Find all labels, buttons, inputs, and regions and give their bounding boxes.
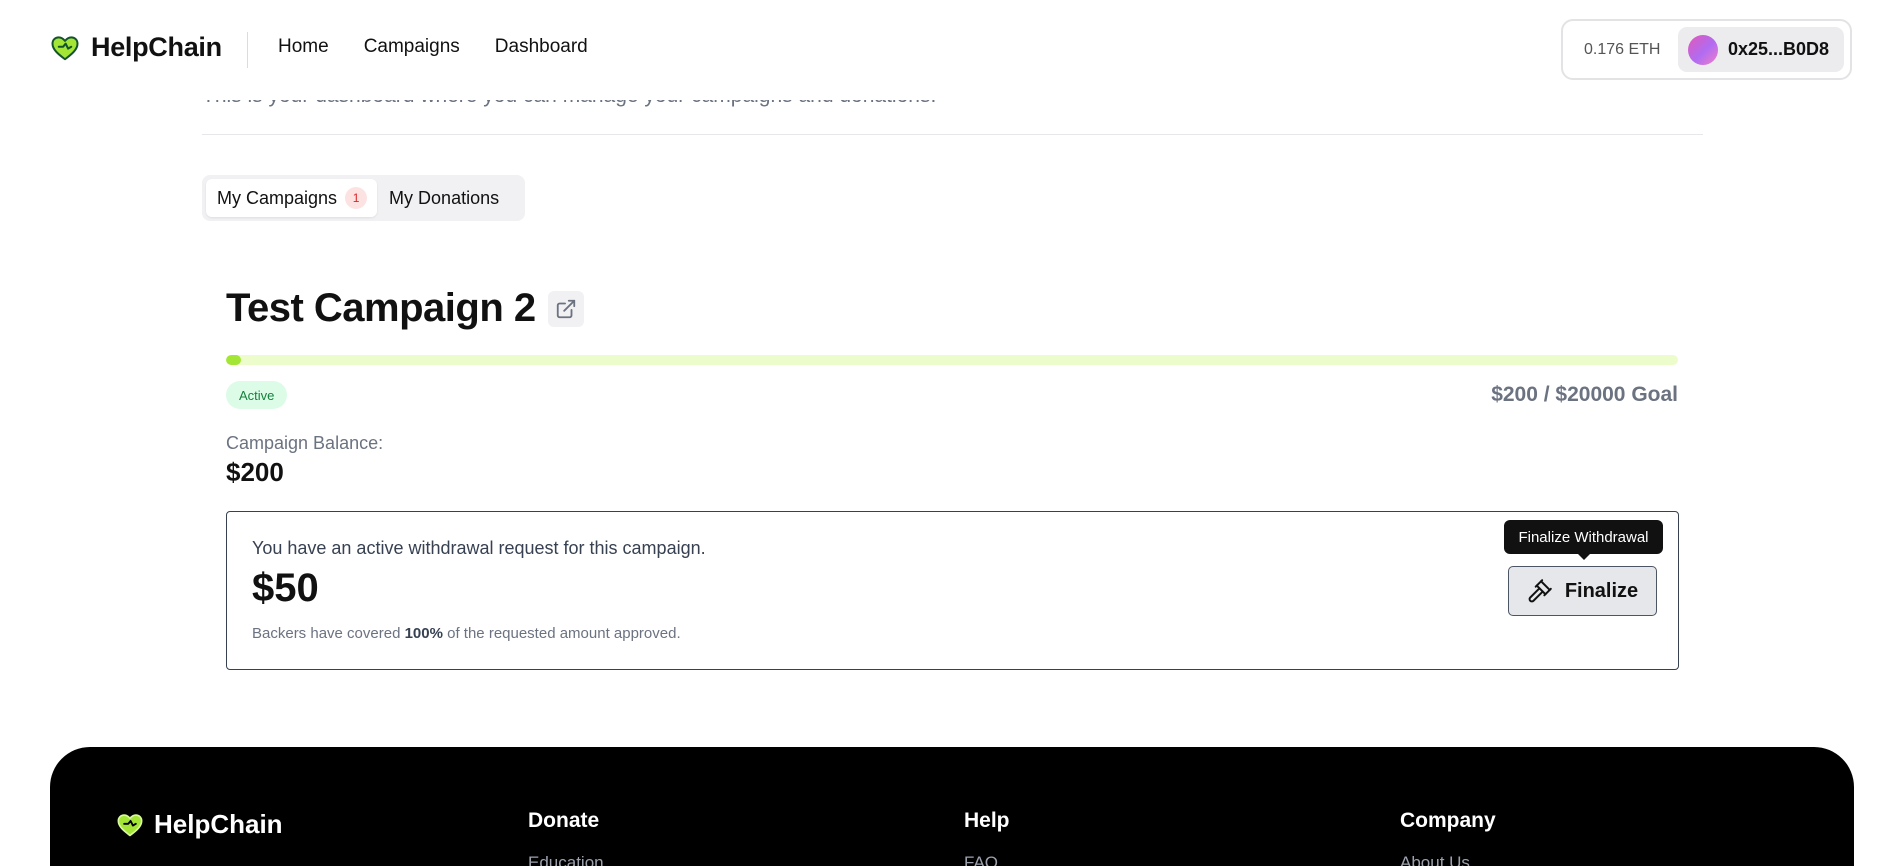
brand-logo-link[interactable]: HelpChain: [50, 32, 222, 63]
approval-note: Backers have covered 100% of the request…: [252, 625, 681, 642]
campaign-balance-label: Campaign Balance:: [226, 433, 384, 453]
main-nav: Home Campaigns Dashboard: [278, 36, 588, 58]
dashboard-tabs: My Campaigns 1 My Donations: [202, 175, 525, 221]
finalize-withdrawal-button[interactable]: Finalize: [1508, 566, 1657, 616]
header-divider: [247, 32, 248, 68]
nav-link-dashboard[interactable]: Dashboard: [495, 36, 588, 58]
footer-link-education[interactable]: Education: [528, 853, 604, 866]
footer-brand[interactable]: HelpChain: [116, 809, 283, 840]
tab-my-campaigns-label: My Campaigns: [217, 187, 338, 208]
footer-brand-name: HelpChain: [154, 809, 283, 839]
external-link-icon: [556, 299, 575, 318]
wallet-widget: 0.176 ETH 0x25...B0D8: [1561, 19, 1852, 80]
funding-goal-text: $200 / $20000 Goal: [1491, 383, 1678, 406]
heart-logo-icon: [50, 33, 80, 63]
approval-note-suffix: of the requested amount approved.: [442, 625, 681, 642]
open-campaign-button[interactable]: [547, 290, 584, 327]
top-navigation-bar: HelpChain Home Campaigns Dashboard 0.176…: [0, 0, 1901, 100]
footer-heading-company: Company: [1400, 809, 1496, 832]
account-avatar: [1688, 34, 1718, 65]
nav-link-home[interactable]: Home: [278, 36, 329, 58]
footer-link-faq[interactable]: FAQ: [964, 853, 1010, 866]
status-badge: Active: [226, 381, 288, 409]
tab-my-donations[interactable]: My Donations: [377, 179, 511, 217]
footer-column-donate: Donate Education: [528, 809, 604, 866]
brand-name: HelpChain: [91, 32, 222, 62]
withdrawal-amount: $50: [252, 566, 319, 610]
wallet-account-button[interactable]: 0x25...B0D8: [1678, 27, 1844, 72]
funding-progress-fill: [226, 355, 241, 365]
approval-note-prefix: Backers have covered: [252, 625, 405, 642]
withdrawal-message: You have an active withdrawal request fo…: [252, 538, 706, 558]
wallet-balance: 0.176 ETH: [1584, 41, 1661, 58]
footer-heading-donate: Donate: [528, 809, 600, 832]
section-divider: [202, 134, 1703, 135]
campaign-balance-value: $200: [226, 457, 284, 487]
finalize-tooltip: Finalize Withdrawal: [1504, 520, 1663, 560]
heart-logo-icon: [116, 811, 144, 839]
footer-heading-help: Help: [964, 809, 1010, 832]
withdrawal-request-card: You have an active withdrawal request fo…: [226, 511, 1679, 670]
approval-percent: 100%: [404, 625, 443, 642]
tab-my-campaigns[interactable]: My Campaigns 1: [206, 179, 378, 217]
footer-column-company: Company About Us: [1400, 809, 1496, 866]
campaign-header: Test Campaign 2: [226, 286, 584, 331]
footer-link-about-us[interactable]: About Us: [1400, 853, 1496, 866]
wallet-address: 0x25...B0D8: [1728, 39, 1830, 59]
campaign-title: Test Campaign 2: [226, 286, 536, 330]
campaign-count-badge: 1: [345, 187, 368, 209]
nav-link-campaigns[interactable]: Campaigns: [364, 36, 460, 58]
finalize-button-label: Finalize: [1564, 579, 1639, 602]
funding-progress-bar: [226, 355, 1678, 365]
gavel-icon: [1527, 578, 1553, 604]
site-footer: HelpChain Donate Education Help FAQ Comp…: [50, 747, 1854, 866]
footer-column-help: Help FAQ: [964, 809, 1010, 866]
